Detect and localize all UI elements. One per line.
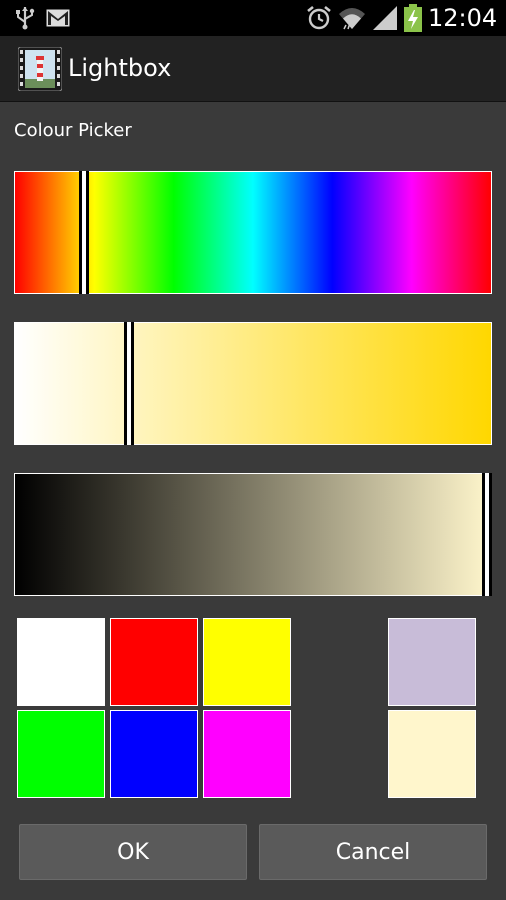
swatch-green[interactable] <box>17 710 105 798</box>
app-icon <box>18 47 62 91</box>
app-title: Lightbox <box>68 54 172 82</box>
gmail-icon <box>46 9 70 27</box>
saturation-slider[interactable] <box>14 322 492 445</box>
wifi-icon <box>339 8 365 30</box>
alarm-icon <box>307 5 331 30</box>
previous-colour-preview <box>388 618 476 706</box>
action-bar: Lightbox <box>0 36 506 102</box>
battery-icon <box>404 4 422 32</box>
hue-slider[interactable] <box>14 171 492 294</box>
swatch-white[interactable] <box>17 618 105 706</box>
selected-colour-preview <box>388 710 476 798</box>
saturation-slider-handle[interactable] <box>124 322 135 445</box>
status-bar: 12:04 <box>0 0 506 36</box>
colour-picker-title: Colour Picker <box>14 120 132 141</box>
usb-icon <box>16 7 35 30</box>
status-clock: 12:04 <box>428 4 498 32</box>
swatch-blue[interactable] <box>110 710 198 798</box>
swatch-yellow[interactable] <box>203 618 291 706</box>
ok-button[interactable]: OK <box>19 824 247 880</box>
swatch-magenta[interactable] <box>203 710 291 798</box>
brightness-slider-handle[interactable] <box>482 473 492 596</box>
brightness-slider[interactable] <box>14 473 492 596</box>
hue-slider-handle[interactable] <box>79 171 90 294</box>
signal-icon <box>373 6 397 30</box>
cancel-button[interactable]: Cancel <box>259 824 487 880</box>
swatch-red[interactable] <box>110 618 198 706</box>
